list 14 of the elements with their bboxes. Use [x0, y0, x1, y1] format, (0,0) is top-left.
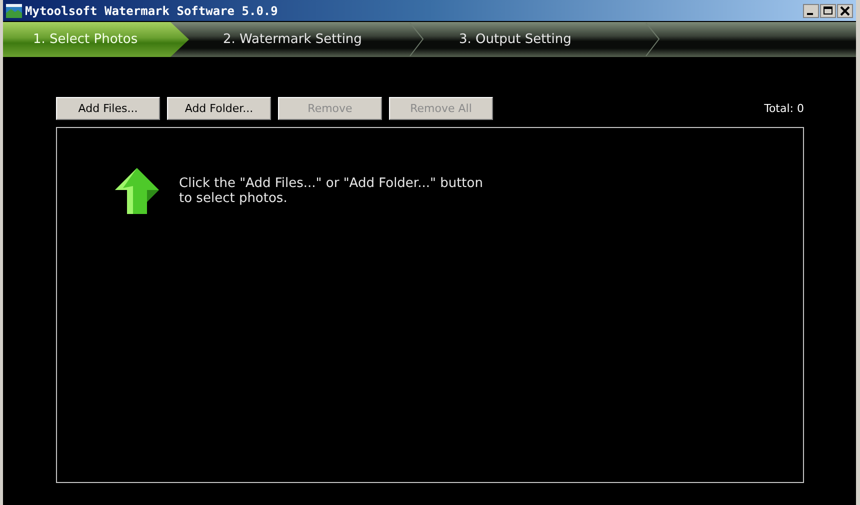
toolbar-button[interactable]: Add Folder...: [167, 97, 271, 120]
total-count: Total: 0: [764, 102, 804, 115]
window-title: Mytoolsoft Watermark Software 5.0.9: [25, 4, 278, 18]
maximize-icon[interactable]: [820, 4, 836, 18]
close-icon[interactable]: [837, 4, 853, 18]
toolbar-button[interactable]: Add Files...: [56, 97, 160, 120]
minimize-icon[interactable]: [803, 4, 819, 18]
step-tab[interactable]: 2. Watermark Setting: [189, 22, 409, 57]
chevron-icon: [409, 22, 425, 57]
up-arrow-icon: [113, 166, 161, 216]
chevron-icon: [645, 22, 661, 57]
instruction-text: Click the "Add Files..." or "Add Folder..." button to select photos.: [179, 176, 484, 206]
landscape-icon: [6, 4, 22, 18]
step-tab[interactable]: 3. Output Setting: [425, 22, 645, 57]
